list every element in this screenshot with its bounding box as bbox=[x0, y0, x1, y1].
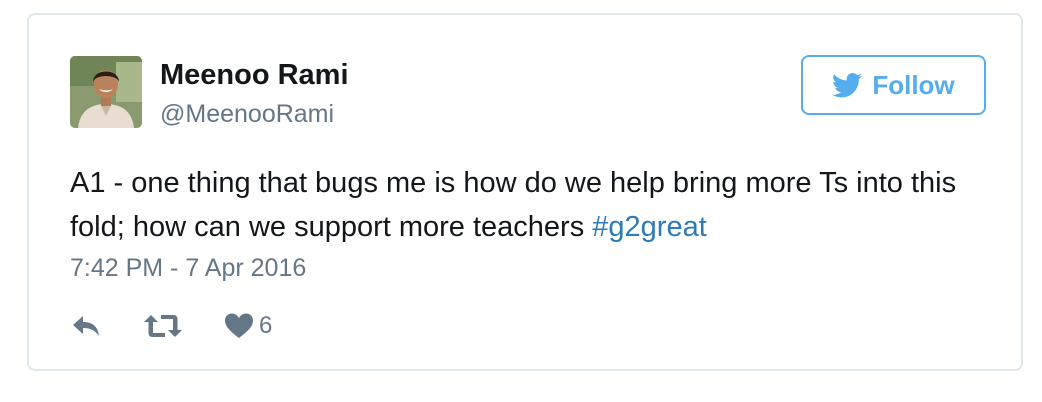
retweet-icon bbox=[144, 315, 182, 337]
hashtag-link[interactable]: #g2great bbox=[592, 211, 707, 243]
retweet-button[interactable] bbox=[143, 309, 183, 343]
tweet-card: Meenoo Rami @MeenooRami Follow A1 - one … bbox=[27, 13, 1023, 371]
author-handle[interactable]: @MeenooRami bbox=[160, 99, 334, 129]
reply-button[interactable] bbox=[70, 309, 102, 343]
follow-label: Follow bbox=[872, 69, 955, 100]
heart-icon bbox=[225, 313, 253, 338]
tweet-body: A1 - one thing that bugs me is how do we… bbox=[70, 167, 957, 243]
avatar[interactable] bbox=[70, 56, 142, 128]
tweet-text: A1 - one thing that bugs me is how do we… bbox=[70, 161, 970, 249]
like-button[interactable]: 6 bbox=[225, 309, 272, 343]
avatar-photo bbox=[70, 56, 142, 128]
like-count: 6 bbox=[259, 312, 273, 339]
tweet-timestamp[interactable]: 7:42 PM - 7 Apr 2016 bbox=[70, 253, 306, 283]
twitter-bird-icon bbox=[832, 72, 863, 97]
follow-button[interactable]: Follow bbox=[801, 55, 986, 115]
reply-icon bbox=[73, 316, 99, 336]
author-name[interactable]: Meenoo Rami bbox=[160, 58, 349, 92]
